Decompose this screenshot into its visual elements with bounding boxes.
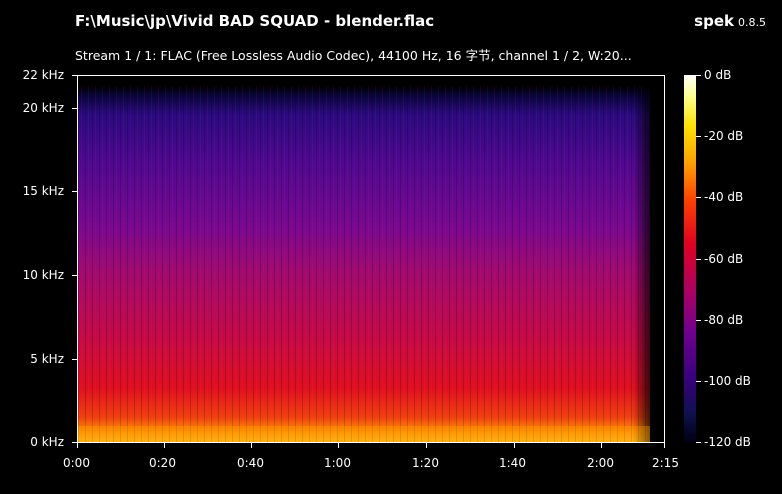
db-tick-label: -40 dB (704, 190, 744, 204)
db-tick (696, 442, 701, 443)
app-version: 0.8.5 (738, 16, 766, 29)
time-tick-label: 1:20 (412, 456, 439, 470)
x-tick (426, 443, 427, 448)
stream-info: Stream 1 / 1: FLAC (Free Lossless Audio … (75, 48, 632, 63)
db-tick (696, 320, 701, 321)
db-tick (696, 75, 701, 76)
x-tick (251, 443, 252, 448)
freq-tick-label: 15 kHz (22, 184, 64, 198)
db-tick-label: -80 dB (704, 313, 744, 327)
x-tick (338, 443, 339, 448)
db-tick-label: -100 dB (704, 374, 751, 388)
db-tick (696, 381, 701, 382)
app-name: spek (694, 12, 734, 30)
freq-tick-label: 10 kHz (22, 268, 64, 282)
freq-tick-label: 20 kHz (22, 101, 64, 115)
db-tick (696, 259, 701, 260)
db-tick (696, 136, 701, 137)
spectrogram-plot (77, 75, 665, 443)
db-tick-label: -60 dB (704, 252, 744, 266)
time-tick-label: 1:00 (324, 456, 351, 470)
x-tick (514, 443, 515, 448)
spectrogram-image (78, 76, 664, 442)
x-tick (601, 443, 602, 448)
time-tick-label: 2:00 (587, 456, 614, 470)
file-title: F:\Music\jp\Vivid BAD SQUAD - blender.fl… (75, 12, 435, 30)
db-tick-label: -20 dB (704, 129, 744, 143)
freq-tick-label: 5 kHz (30, 352, 64, 366)
y-tick (72, 275, 77, 276)
y-tick (72, 108, 77, 109)
freq-tick-label: 0 kHz (30, 435, 64, 449)
x-tick (164, 443, 165, 448)
y-tick (72, 359, 77, 360)
time-tick-label: 0:00 (63, 456, 90, 470)
x-tick (664, 443, 665, 448)
db-tick (696, 197, 701, 198)
app-brand: spek 0.8.5 (694, 12, 766, 30)
y-tick (72, 191, 77, 192)
db-tick-label: 0 dB (704, 68, 732, 82)
db-tick-label: -120 dB (704, 435, 751, 449)
x-tick (77, 443, 78, 448)
time-tick-label: 2:15 (652, 456, 679, 470)
time-tick-label: 1:40 (499, 456, 526, 470)
db-color-scale (684, 75, 696, 443)
time-tick-label: 0:40 (237, 456, 264, 470)
y-tick (72, 75, 77, 76)
freq-tick-label: 22 kHz (22, 68, 64, 82)
time-tick-label: 0:20 (149, 456, 176, 470)
